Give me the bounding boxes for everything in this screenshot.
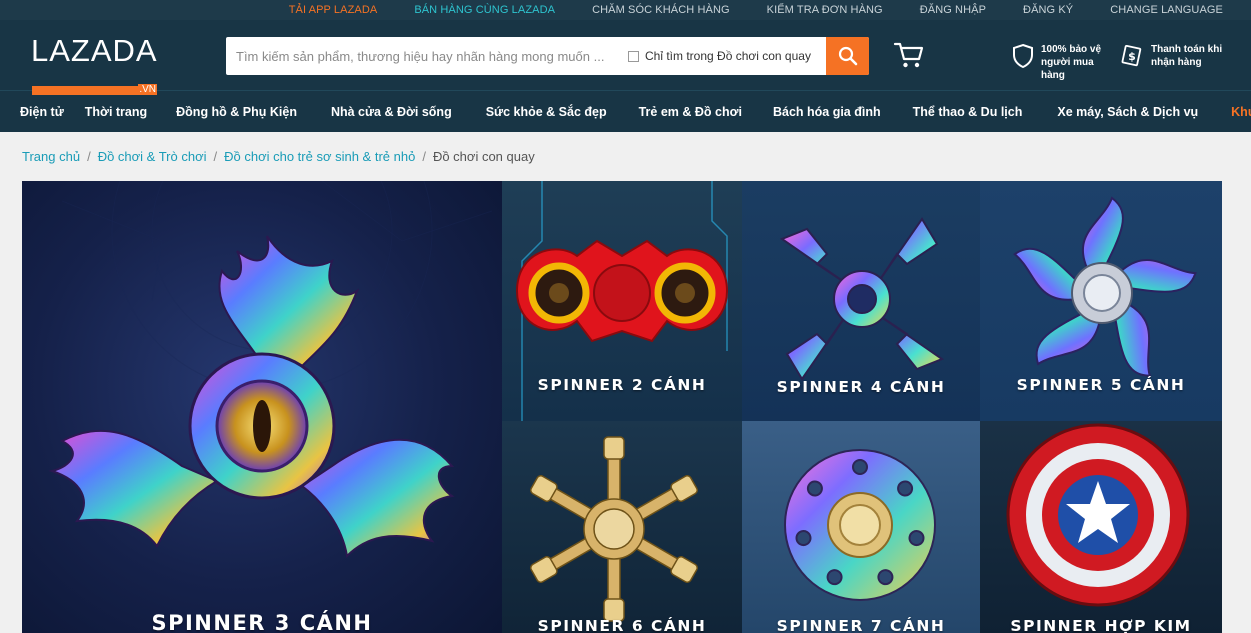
signup-link[interactable]: ĐĂNG KÝ: [1023, 4, 1073, 16]
track-order-link[interactable]: KIỂM TRA ĐƠN HÀNG: [767, 4, 883, 16]
banner-tile-spinner-6[interactable]: SPINNER 6 CÁNH: [502, 421, 742, 633]
breadcrumb: Trang chủ / Đồ chơi & Trò chơi / Đồ chơi…: [0, 132, 1251, 181]
login-link[interactable]: ĐĂNG NHẬP: [920, 4, 986, 16]
download-app-link[interactable]: TẢI APP LAZADA: [289, 4, 378, 16]
search-scope-label: Chỉ tìm trong Đồ chơi con quay: [645, 49, 811, 63]
cart-icon: [893, 42, 924, 68]
nav-item-home[interactable]: Nhà cửa & Đời sống: [331, 105, 452, 119]
nav-item-electronics[interactable]: Điện tử: [20, 105, 64, 119]
customer-care-link[interactable]: CHĂM SÓC KHÁCH HÀNG: [592, 4, 730, 16]
spinner-6-blade-image: [530, 436, 698, 622]
breadcrumb-separator: /: [422, 149, 426, 164]
spinner-7-blade-image: [784, 449, 936, 601]
tile-label-spinner-2: SPINNER 2 CÁNH: [537, 376, 707, 394]
banner-tile-spinner-4[interactable]: SPINNER 4 CÁNH: [742, 181, 980, 421]
nav-item-health-beauty[interactable]: Sức khỏe & Sắc đẹp: [486, 105, 607, 119]
sell-with-lazada-link[interactable]: BÁN HÀNG CÙNG LAZADA: [414, 4, 555, 16]
search-button[interactable]: [826, 37, 869, 75]
banner-tile-spinner-5[interactable]: SPINNER 5 CÁNH: [980, 181, 1222, 421]
tile-label-spinner-6: SPINNER 6 CÁNH: [537, 617, 707, 633]
breadcrumb-separator: /: [87, 149, 91, 164]
banner-tile-spinner-alloy[interactable]: SPINNER HỢP KIM: [980, 421, 1222, 633]
svg-text:$: $: [1128, 50, 1136, 63]
cash-on-delivery-badge[interactable]: $ Thanh toán khi nhận hàng: [1121, 43, 1227, 69]
nav-item-motors-books[interactable]: Xe máy, Sách & Dịch vụ: [1057, 105, 1198, 119]
banner-tile-spinner-3[interactable]: SPINNER 3 CÁNH: [22, 181, 502, 633]
main-header: LAZADA .VN Chỉ tìm trong Đồ chơi con qua…: [0, 20, 1251, 95]
nav-item-groceries[interactable]: Bách hóa gia đình: [773, 105, 881, 119]
nav-item-fashion[interactable]: Thời trang: [85, 105, 147, 119]
search-scope-checkbox[interactable]: [628, 50, 639, 62]
shield-icon: [1013, 43, 1033, 69]
breadcrumb-separator: /: [213, 149, 218, 164]
breadcrumb-home[interactable]: Trang chủ: [22, 149, 80, 164]
banner-tile-spinner-7[interactable]: SPINNER 7 CÁNH: [742, 421, 980, 633]
banner-tile-spinner-2[interactable]: SPINNER 2 CÁNH: [502, 181, 742, 421]
nav-item-promotions[interactable]: Khuyến mãi: [1231, 105, 1251, 119]
spinner-3-blade-image: [48, 181, 493, 559]
breadcrumb-current: Đồ chơi con quay: [432, 149, 535, 164]
buyer-protection-badge[interactable]: 100% bảo vệ người mua hàng: [1011, 43, 1107, 82]
search-icon: [838, 46, 857, 66]
search-input[interactable]: [226, 38, 618, 74]
cart-button[interactable]: [893, 40, 925, 70]
cash-icon: $: [1121, 45, 1142, 67]
logo-country-suffix: .VN: [138, 84, 157, 95]
category-banner: SPINNER 3 CÁNH SPINNER 2 CÁNH SPINNER 4 …: [22, 181, 1222, 633]
lazada-logo[interactable]: LAZADA .VN: [31, 34, 157, 98]
tile-label-spinner-alloy: SPINNER HỢP KIM: [1010, 617, 1192, 633]
category-nav: Điện tử Thời trang Đồng hồ & Phụ Kiện Nh…: [0, 90, 1251, 132]
breadcrumb-baby-toys[interactable]: Đồ chơi cho trẻ sơ sinh & trẻ nhỏ: [224, 149, 415, 164]
search-scope-toggle[interactable]: Chỉ tìm trong Đồ chơi con quay: [628, 49, 811, 63]
tile-label-spinner-7: SPINNER 7 CÁNH: [776, 617, 946, 633]
breadcrumb-toys-games[interactable]: Đồ chơi & Trò chơi: [98, 149, 207, 164]
top-links-bar: TẢI APP LAZADA BÁN HÀNG CÙNG LAZADA CHĂM…: [0, 0, 1251, 20]
logo-wordmark: LAZADA: [31, 33, 158, 68]
spinner-alloy-shield-image: [1006, 423, 1190, 607]
cash-on-delivery-text: Thanh toán khi nhận hàng: [1151, 44, 1223, 68]
search-bar: Chỉ tìm trong Đồ chơi con quay: [226, 37, 869, 75]
tile-label-spinner-4: SPINNER 4 CÁNH: [776, 378, 946, 396]
nav-item-sports-travel[interactable]: Thể thao & Du lịch: [913, 105, 1023, 119]
tile-label-spinner-5: SPINNER 5 CÁNH: [1016, 376, 1186, 394]
nav-item-watches[interactable]: Đồng hồ & Phụ Kiện: [176, 105, 297, 119]
change-language-link[interactable]: CHANGE LANGUAGE: [1110, 4, 1223, 16]
buyer-protection-text: 100% bảo vệ người mua hàng: [1041, 44, 1102, 81]
tile-label-spinner-3: SPINNER 3 CÁNH: [151, 611, 373, 633]
nav-item-kids-toys[interactable]: Trẻ em & Đồ chơi: [639, 105, 742, 119]
